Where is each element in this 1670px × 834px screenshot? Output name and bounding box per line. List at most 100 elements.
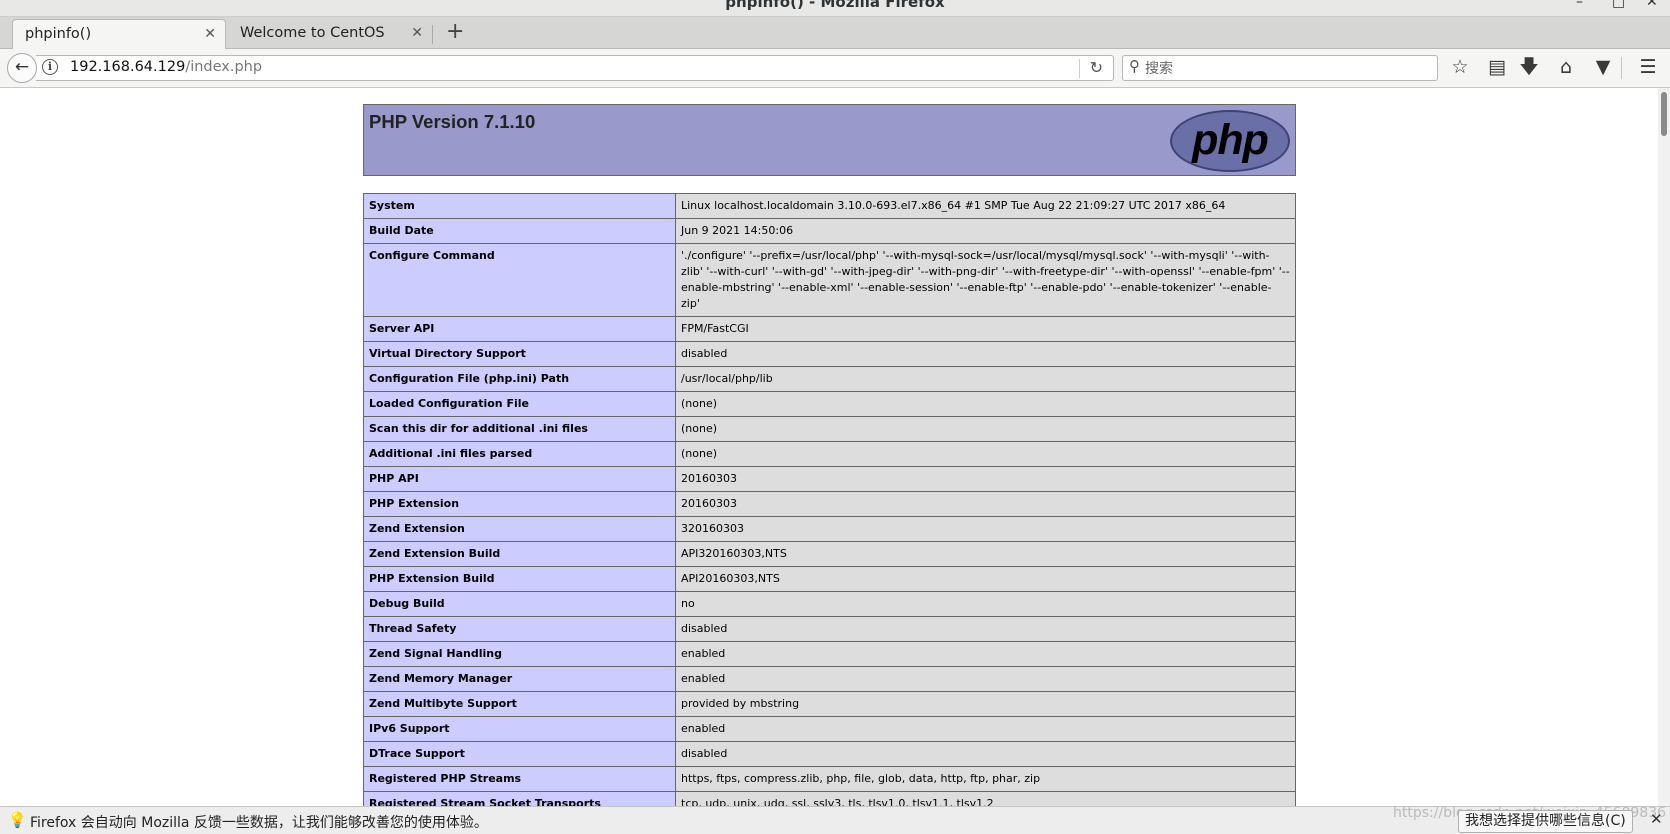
row-label: PHP Extension Build (363, 566, 676, 592)
phpinfo-row: DTrace Support disabled (363, 741, 1296, 767)
row-value: (none) (675, 441, 1296, 467)
phpinfo-row: Zend Memory Manager enabled (363, 666, 1296, 692)
row-label: System (363, 193, 676, 219)
reload-icon[interactable]: ↻ (1090, 58, 1103, 77)
php-logo-text: php (1192, 116, 1269, 164)
tab-divider (432, 25, 433, 44)
url-bar[interactable]: i 192.168.64.129/index.php ↻ (36, 55, 1114, 81)
phpinfo-row: Configure Command './configure' '--prefix… (363, 243, 1296, 317)
new-tab-plus-icon[interactable]: + (446, 17, 464, 47)
row-label: Thread Safety (363, 616, 676, 642)
tab-phpinfo[interactable]: phpinfo() ✕ (12, 19, 226, 49)
phpinfo-row: IPv6 Support enabled (363, 716, 1296, 742)
row-label: Virtual Directory Support (363, 341, 676, 367)
row-value: enabled (675, 641, 1296, 667)
row-label: Zend Multibyte Support (363, 691, 676, 717)
phpinfo-row: Server API FPM/FastCGI (363, 316, 1296, 342)
phpinfo-row: Virtual Directory Support disabled (363, 341, 1296, 367)
row-label: Loaded Configuration File (363, 391, 676, 417)
notification-message: Firefox 会自动向 Mozilla 反馈一些数据，让我们能够改善您的使用体… (30, 815, 488, 831)
phpinfo-row: Zend Signal Handling enabled (363, 641, 1296, 667)
urlbar-divider (1079, 59, 1080, 78)
maximize-icon[interactable]: □ (1612, 0, 1625, 10)
phpinfo-table: System Linux localhost.localdomain 3.10.0… (363, 193, 1296, 806)
row-value: disabled (675, 341, 1296, 367)
phpinfo-row: Additional .ini files parsed (none) (363, 441, 1296, 467)
row-label: Registered PHP Streams (363, 766, 676, 792)
row-value: 320160303 (675, 516, 1296, 542)
phpinfo-row: Thread Safety disabled (363, 616, 1296, 642)
choose-info-button[interactable]: 我想选择提供哪些信息(C) (1458, 810, 1633, 833)
window-titlebar: phpinfo() - Mozilla Firefox – □ ✕ (0, 0, 1670, 17)
navigation-toolbar: i 192.168.64.129/index.php ↻ ← ⚲ ☆ ▤ 🡇 ⌂… (0, 49, 1670, 88)
row-value: (none) (675, 391, 1296, 417)
tab-strip: phpinfo() ✕ Welcome to CentOS ✕ (0, 17, 1670, 49)
row-value: https, ftps, compress.zlib, php, file, g… (675, 766, 1296, 792)
row-value: enabled (675, 666, 1296, 692)
page-content: PHP Version 7.1.10 php System Linux local… (0, 88, 1658, 806)
row-label: Server API (363, 316, 676, 342)
row-label: Configure Command (363, 243, 676, 317)
row-label: PHP Extension (363, 491, 676, 517)
row-value: './configure' '--prefix=/usr/local/php' … (675, 243, 1296, 317)
download-icon[interactable]: 🡇 (1516, 54, 1542, 80)
row-value: no (675, 591, 1296, 617)
phpinfo-row: Debug Build no (363, 591, 1296, 617)
pocket-icon[interactable]: ▼ (1590, 54, 1616, 80)
phpinfo-row: System Linux localhost.localdomain 3.10.0… (363, 193, 1296, 219)
row-value: Jun 9 2021 14:50:06 (675, 218, 1296, 244)
row-value: disabled (675, 741, 1296, 767)
url-path: /index.php (185, 59, 263, 75)
row-label: Build Date (363, 218, 676, 244)
php-logo[interactable]: php (1170, 110, 1290, 172)
row-value: tcp, udp, unix, udg, ssl, sslv3, tls, tl… (675, 791, 1296, 806)
row-value: API20160303,NTS (675, 566, 1296, 592)
back-arrow-icon: ← (14, 57, 30, 77)
php-version-header: PHP Version 7.1.10 php (363, 104, 1296, 176)
home-icon[interactable]: ⌂ (1553, 54, 1579, 80)
row-label: IPv6 Support (363, 716, 676, 742)
search-bar[interactable]: ⚲ (1122, 55, 1438, 81)
row-value: FPM/FastCGI (675, 316, 1296, 342)
phpinfo-row: Scan this dir for additional .ini files(… (363, 416, 1296, 442)
row-label: DTrace Support (363, 741, 676, 767)
search-input[interactable] (1143, 57, 1427, 80)
url-text[interactable]: 192.168.64.129/index.php (70, 59, 262, 75)
row-value: /usr/local/php/lib (675, 366, 1296, 392)
tab-welcome-centos[interactable]: Welcome to CentOS ✕ (228, 19, 432, 49)
row-label: Configuration File (php.ini) Path (363, 366, 676, 392)
row-label: Zend Extension Build (363, 541, 676, 567)
row-value: (none) (675, 416, 1296, 442)
row-label: Zend Extension (363, 516, 676, 542)
scrollbar-thumb[interactable] (1661, 92, 1667, 136)
toolbar-divider (1621, 57, 1622, 79)
row-value: provided by mbstring (675, 691, 1296, 717)
row-label: Additional .ini files parsed (363, 441, 676, 467)
site-info-icon[interactable]: i (42, 59, 58, 75)
row-value: API320160303,NTS (675, 541, 1296, 567)
reading-list-icon[interactable]: ▤ (1484, 54, 1510, 80)
back-button[interactable]: ← (7, 53, 37, 83)
row-label: Scan this dir for additional .ini files (363, 416, 676, 442)
star-bookmark-icon[interactable]: ☆ (1447, 54, 1473, 80)
data-reporting-notification: 💡 Firefox 会自动向 Mozilla 反馈一些数据，让我们能够改善您的使… (0, 805, 1670, 834)
close-notification-icon[interactable]: ✕ (1650, 810, 1663, 828)
row-label: Zend Signal Handling (363, 641, 676, 667)
close-tab-icon[interactable]: ✕ (204, 20, 216, 49)
close-tab-icon[interactable]: ✕ (411, 19, 423, 48)
row-label: Debug Build (363, 591, 676, 617)
phpinfo-row: PHP Extension Build API20160303,NTS (363, 566, 1296, 592)
search-icon: ⚲ (1129, 57, 1140, 75)
vertical-scrollbar[interactable] (1658, 88, 1670, 806)
url-host: 192.168.64.129 (70, 59, 186, 75)
row-value: 20160303 (675, 491, 1296, 517)
row-value: disabled (675, 616, 1296, 642)
row-label: PHP API (363, 466, 676, 492)
hamburger-menu-icon[interactable]: ☰ (1635, 54, 1661, 80)
row-label: Registered Stream Socket Transports (363, 791, 676, 806)
phpinfo-row: Registered PHP Streams https, ftps, compr… (363, 766, 1296, 792)
lightbulb-icon: 💡 (8, 811, 27, 829)
minimize-icon[interactable]: – (1576, 0, 1583, 10)
phpinfo-row: Zend Extension 320160303 (363, 516, 1296, 542)
close-window-icon[interactable]: ✕ (1646, 0, 1658, 10)
